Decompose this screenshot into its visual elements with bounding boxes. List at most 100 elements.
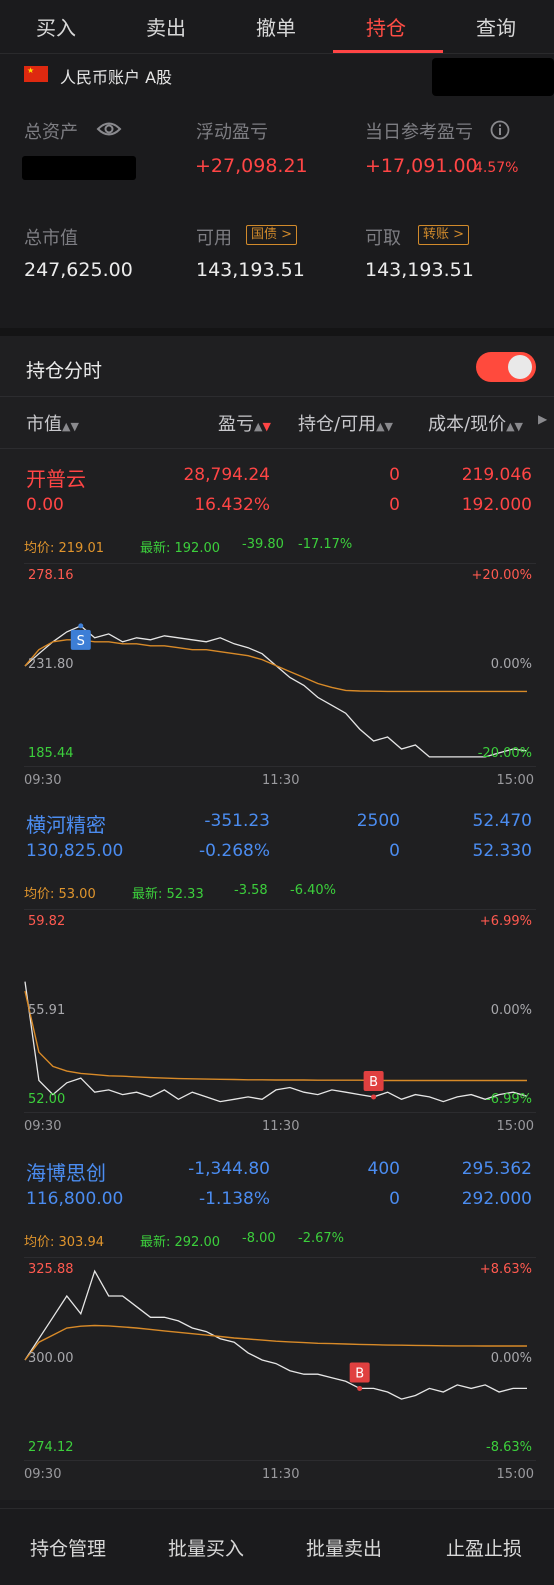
axis-pct-bottom: -20.00% [477, 746, 532, 761]
intraday-chart[interactable]: B 325.88 300.00 274.12 +8.63% 0.00% -8.63% [24, 1257, 536, 1461]
price-line [24, 1269, 527, 1400]
stock-name: 开普云 [26, 467, 86, 491]
tab-sell[interactable]: 卖出 [146, 12, 186, 41]
stock-pl: -351.23 [204, 811, 270, 831]
axis-price-bottom: 274.12 [28, 1440, 74, 1455]
tab-query[interactable]: 查询 [476, 12, 516, 41]
stock-price: 192.000 [461, 495, 532, 515]
market-value-label: 总市值 [24, 228, 78, 249]
trade-marker-label: B [369, 1075, 378, 1090]
sort-icon: ▲▼ [376, 420, 393, 433]
trade-marker-label: B [355, 1366, 364, 1381]
eye-icon[interactable] [96, 120, 122, 138]
col-holding-label: 持仓/可用 [298, 414, 377, 435]
time-mid: 11:30 [262, 773, 300, 788]
avg-price-line [24, 639, 527, 693]
daily-pl-pct: 4.57% [474, 160, 519, 176]
batch-buy-button[interactable]: 批量买入 [168, 1534, 244, 1561]
stock-cost: 52.470 [472, 811, 532, 831]
axis-price-bottom: 52.00 [28, 1092, 66, 1107]
time-start: 09:30 [24, 1467, 62, 1482]
section-divider [0, 328, 554, 336]
time-mid: 11:30 [262, 1119, 300, 1134]
float-pl-label: 浮动盈亏 [196, 122, 268, 143]
scroll-right-icon[interactable]: ▶ [538, 412, 547, 426]
intraday-chart-svg: B [24, 981, 528, 1103]
avg-price-label: 均价: 303.94 [24, 1235, 104, 1250]
batch-sell-button[interactable]: 批量卖出 [306, 1534, 382, 1561]
axis-pct-top: +8.63% [479, 1262, 532, 1277]
top-tab-bar: 买入 卖出 撤单 持仓 查询 [0, 0, 554, 54]
stock-name: 海博思创 [26, 1161, 106, 1185]
stock-market-value: 0.00 [26, 495, 64, 515]
stock-market-value: 116,800.00 [26, 1189, 124, 1209]
time-end: 15:00 [496, 1119, 534, 1134]
available-value: 143,193.51 [196, 259, 305, 281]
account-summary: ★ 人民币账户 A股 总资产 浮动盈亏 +27,098.21 当日参考盈亏 +1… [0, 54, 554, 330]
float-pl-value: +27,098.21 [195, 155, 308, 177]
sort-desc-icon: ▲▼ [254, 420, 271, 433]
col-pl[interactable]: 盈亏▲▼ [218, 410, 271, 436]
total-assets-label: 总资产 [24, 122, 78, 143]
market-value: 247,625.00 [24, 259, 133, 281]
intraday-chart[interactable]: S 278.16 231.80 185.44 +20.00% 0.00% -20.00% [24, 563, 536, 767]
stock-pl-pct: 16.432% [194, 495, 270, 515]
timeshare-toggle[interactable] [476, 352, 536, 382]
trade-marker-dot [371, 1094, 377, 1100]
toggle-knob [508, 355, 532, 379]
stock-pl-pct: -1.138% [199, 1189, 270, 1209]
axis-price-mid: 55.91 [28, 1003, 66, 1018]
change-value: -39.80 [242, 537, 284, 552]
latest-price-label: 最新: 52.33 [132, 887, 204, 902]
col-pl-label: 盈亏 [218, 414, 254, 435]
withdrawable-value: 143,193.51 [365, 259, 474, 281]
axis-price-top: 59.82 [28, 914, 66, 929]
axis-pct-mid: 0.00% [490, 657, 532, 672]
stock-pl-pct: -0.268% [199, 841, 270, 861]
position-item[interactable]: 开普云 28,794.24 0 219.046 0.00 16.432% 0 192.000 均… [0, 449, 554, 789]
stock-pl: -1,344.80 [188, 1159, 270, 1179]
time-end: 15:00 [496, 1467, 534, 1482]
intraday-chart-svg: S [24, 623, 528, 758]
change-pct: -17.17% [298, 537, 353, 552]
transfer-button[interactable]: 转账 > [418, 225, 470, 245]
treasury-button[interactable]: 国债 > [246, 225, 298, 245]
tab-buy[interactable]: 买入 [36, 12, 76, 41]
stock-price: 52.330 [472, 841, 532, 861]
china-flag-icon: ★ [24, 66, 48, 82]
trade-marker-dot [78, 623, 84, 629]
axis-pct-top: +20.00% [471, 568, 532, 583]
active-tab-indicator [333, 50, 443, 53]
intraday-chart-svg: B [24, 1269, 527, 1400]
sort-icon: ▲▼ [62, 420, 79, 433]
intraday-chart[interactable]: B 59.82 55.91 52.00 +6.99% 0.00% -6.99% [24, 909, 536, 1113]
sort-icon: ▲▼ [506, 420, 523, 433]
col-cost-price[interactable]: 成本/现价▲▼ [428, 410, 523, 436]
trade-marker-dot [357, 1385, 363, 1391]
tab-positions[interactable]: 持仓 [366, 12, 406, 41]
axis-pct-bottom: -6.99% [486, 1092, 532, 1107]
stock-cost: 295.362 [461, 1159, 532, 1179]
daily-pl-label: 当日参考盈亏 [365, 122, 473, 143]
col-holding[interactable]: 持仓/可用▲▼ [298, 410, 393, 436]
position-item[interactable]: 横河精密 -351.23 2500 52.470 130,825.00 -0.268% 0 5… [0, 795, 554, 1135]
stock-cost: 219.046 [461, 465, 532, 485]
stock-pl: 28,794.24 [183, 465, 270, 485]
info-icon[interactable] [490, 120, 510, 140]
axis-price-bottom: 185.44 [28, 746, 74, 761]
position-item[interactable]: 海博思创 -1,344.80 400 295.362 116,800.00 -1.138%… [0, 1143, 554, 1483]
stock-holding: 2500 [356, 811, 400, 831]
masked-account-number [432, 58, 554, 96]
time-start: 09:30 [24, 1119, 62, 1134]
account-title[interactable]: 人民币账户 A股 [60, 64, 172, 88]
change-value: -8.00 [242, 1231, 276, 1246]
avg-price-line [24, 1324, 527, 1361]
stock-name: 横河精密 [26, 813, 106, 837]
time-end: 15:00 [496, 773, 534, 788]
stock-price: 292.000 [461, 1189, 532, 1209]
daily-pl-value: +17,091.00 [365, 155, 478, 177]
take-profit-stop-loss-button[interactable]: 止盈止损 [446, 1534, 522, 1561]
tab-cancel[interactable]: 撤单 [256, 12, 296, 41]
col-market-value[interactable]: 市值▲▼ [26, 410, 79, 436]
position-management-button[interactable]: 持仓管理 [30, 1534, 106, 1561]
